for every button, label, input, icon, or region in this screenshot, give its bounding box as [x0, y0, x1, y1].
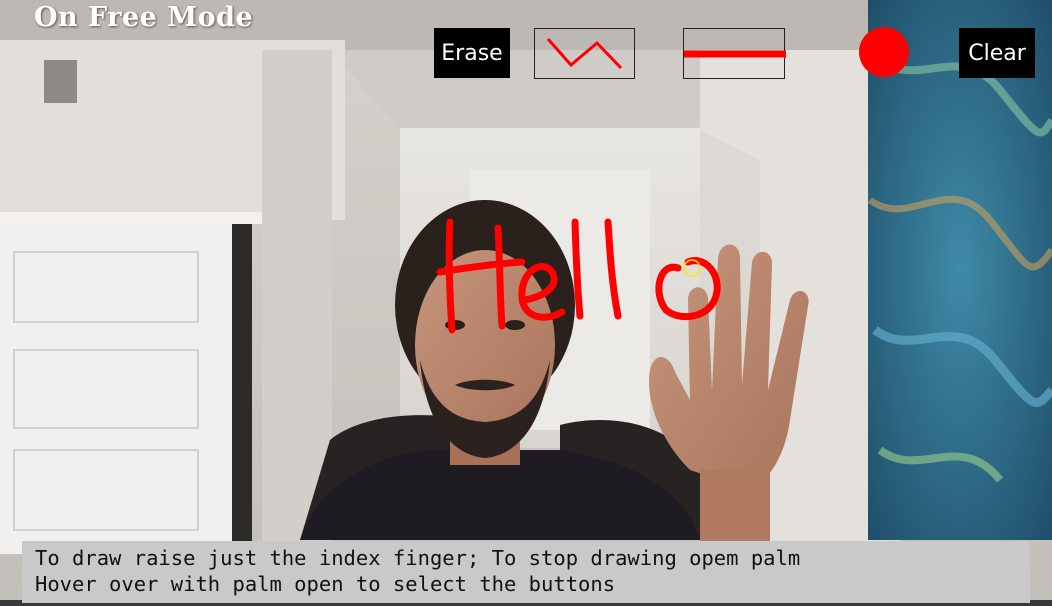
instruction-bar: To draw raise just the index finger; To … [22, 541, 1030, 603]
webcam-feed [0, 0, 1052, 606]
mode-label: On Free Mode [34, 2, 254, 33]
camera-frame: On Free Mode Erase Clear To draw raise j… [0, 0, 1052, 606]
zigzag-line-icon [546, 38, 623, 70]
thickness-button[interactable] [683, 28, 786, 79]
clear-button[interactable]: Clear [959, 28, 1035, 78]
color-button[interactable] [859, 27, 909, 77]
instruction-line-1: To draw raise just the index finger; To … [35, 546, 801, 570]
shape-button[interactable] [534, 28, 635, 79]
instruction-line-2: Hover over with palm open to select the … [35, 572, 616, 596]
erase-button[interactable]: Erase [434, 28, 510, 78]
line-thickness-icon [684, 50, 786, 58]
